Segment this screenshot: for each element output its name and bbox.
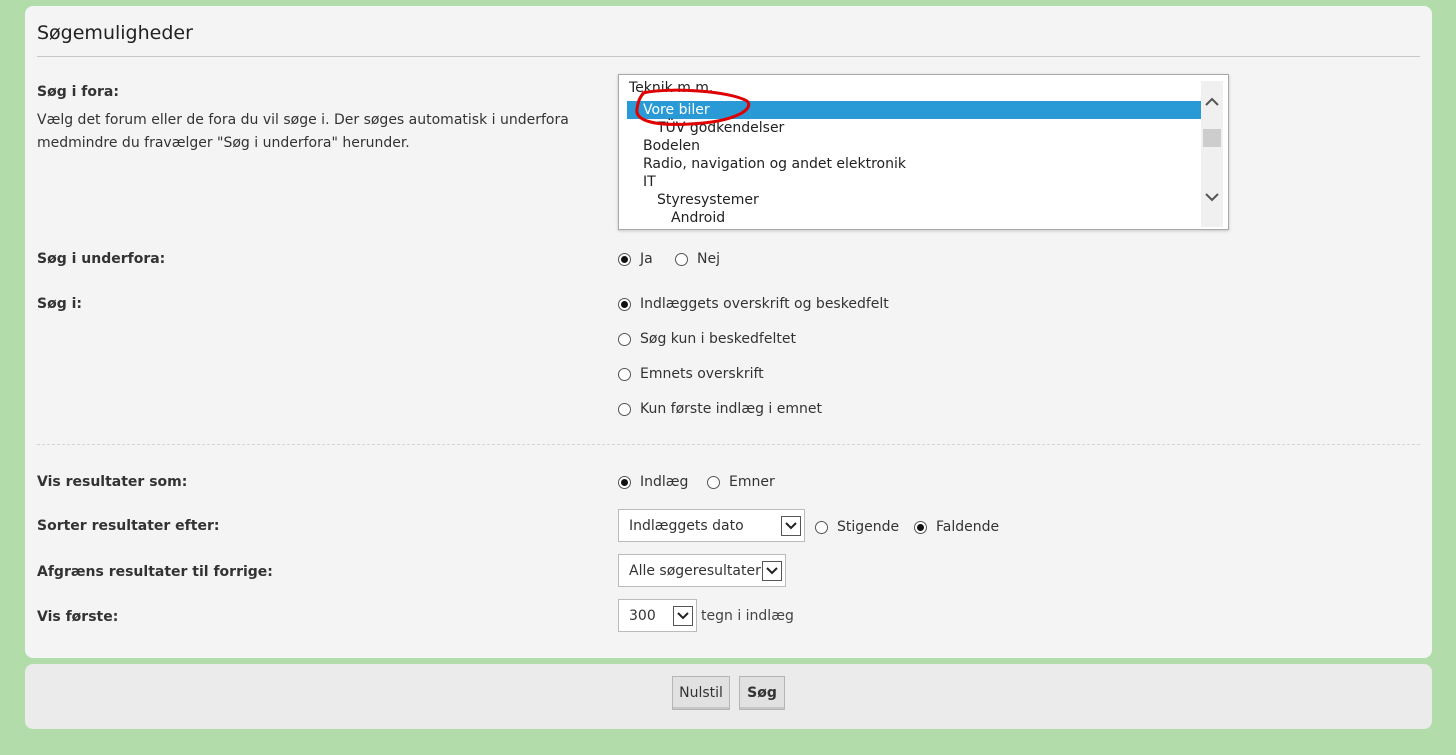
reset-button[interactable]: Nulstil bbox=[672, 676, 730, 710]
radio-unchecked-icon[interactable] bbox=[815, 520, 828, 534]
forum-option-radio[interactable]: Radio, navigation og andet elektronik bbox=[627, 155, 906, 173]
show-results-topics-label: Emner bbox=[729, 474, 775, 490]
search-in-option-topic-title[interactable]: Emnets overskrift bbox=[618, 366, 764, 382]
show-first-label: Vis første: bbox=[37, 609, 119, 625]
subforums-yes-radio[interactable]: Ja bbox=[618, 251, 653, 267]
radio-checked-icon[interactable] bbox=[914, 520, 927, 534]
forum-option-android[interactable]: Android bbox=[627, 209, 725, 227]
limit-label: Afgræns resultater til forrige: bbox=[37, 564, 273, 580]
chevron-down-icon[interactable] bbox=[781, 515, 801, 536]
forum-option-it[interactable]: IT bbox=[627, 173, 656, 191]
limit-select-value: Alle søgeresultater bbox=[629, 562, 761, 579]
sort-ascending-label: Stigende bbox=[837, 519, 900, 535]
listbox-scrollbar[interactable] bbox=[1201, 81, 1223, 227]
radio-unchecked-icon[interactable] bbox=[618, 402, 631, 416]
sort-ascending-radio[interactable]: Stigende bbox=[815, 519, 899, 535]
search-in-option-label: Søg kun i beskedfeltet bbox=[640, 331, 796, 347]
search-in-option-body[interactable]: Søg kun i beskedfeltet bbox=[618, 331, 796, 347]
subforums-no-radio[interactable]: Nej bbox=[675, 251, 720, 267]
subforums-label: Søg i underfora: bbox=[37, 251, 166, 267]
scrollbar-thumb[interactable] bbox=[1203, 129, 1221, 147]
sort-descending-label: Faldende bbox=[936, 519, 1000, 535]
radio-unchecked-icon[interactable] bbox=[618, 367, 631, 381]
show-first-select[interactable]: 300 bbox=[618, 599, 697, 632]
forum-option-bodelen[interactable]: Bodelen bbox=[627, 137, 700, 155]
scroll-down-icon[interactable] bbox=[1201, 185, 1223, 209]
show-results-topics-radio[interactable]: Emner bbox=[707, 474, 775, 490]
forums-description: Vælg det forum eller de fora du vil søge… bbox=[37, 112, 569, 151]
red-circle-annotation bbox=[635, 88, 751, 126]
limit-select[interactable]: Alle søgeresultater bbox=[618, 554, 786, 587]
subforums-yes-label: Ja bbox=[640, 251, 653, 267]
search-in-label: Søg i: bbox=[37, 296, 82, 312]
sort-select-value: Indlæggets dato bbox=[629, 517, 744, 534]
search-in-option-label: Kun første indlæg i emnet bbox=[640, 401, 822, 417]
title-divider bbox=[37, 56, 1420, 57]
scroll-up-icon[interactable] bbox=[1201, 89, 1223, 113]
show-results-posts-label: Indlæg bbox=[640, 474, 689, 490]
search-button[interactable]: Søg bbox=[739, 676, 785, 710]
search-in-option-label: Emnets overskrift bbox=[640, 366, 764, 382]
panel-title: Søgemuligheder bbox=[37, 22, 193, 44]
search-in-option-first-post[interactable]: Kun første indlæg i emnet bbox=[618, 401, 822, 417]
search-in-option-title-body[interactable]: Indlæggets overskrift og beskedfelt bbox=[618, 296, 889, 312]
chevron-down-icon[interactable] bbox=[762, 560, 782, 581]
search-in-option-label: Indlæggets overskrift og beskedfelt bbox=[640, 296, 889, 312]
sort-label: Sorter resultater efter: bbox=[37, 518, 220, 534]
subforums-no-label: Nej bbox=[697, 251, 720, 267]
footer-bar: Nulstil Søg bbox=[25, 664, 1432, 729]
forum-option-styresystemer[interactable]: Styresystemer bbox=[627, 191, 759, 209]
radio-checked-icon[interactable] bbox=[618, 475, 631, 489]
radio-checked-icon[interactable] bbox=[618, 297, 631, 311]
search-options-panel: Søgemuligheder Søg i fora: Vælg det foru… bbox=[25, 6, 1432, 658]
show-results-label: Vis resultater som: bbox=[37, 474, 188, 490]
radio-unchecked-icon[interactable] bbox=[675, 252, 688, 266]
sort-select[interactable]: Indlæggets dato bbox=[618, 509, 805, 542]
radio-unchecked-icon[interactable] bbox=[618, 332, 631, 346]
radio-checked-icon[interactable] bbox=[618, 252, 631, 266]
show-first-select-value: 300 bbox=[629, 607, 656, 624]
forums-label: Søg i fora: bbox=[37, 84, 119, 100]
radio-unchecked-icon[interactable] bbox=[707, 475, 720, 489]
show-results-posts-radio[interactable]: Indlæg bbox=[618, 474, 688, 490]
show-first-suffix: tegn i indlæg bbox=[701, 608, 794, 624]
sort-descending-radio[interactable]: Faldende bbox=[914, 519, 999, 535]
chevron-down-icon[interactable] bbox=[673, 605, 693, 626]
section-divider bbox=[37, 444, 1420, 445]
